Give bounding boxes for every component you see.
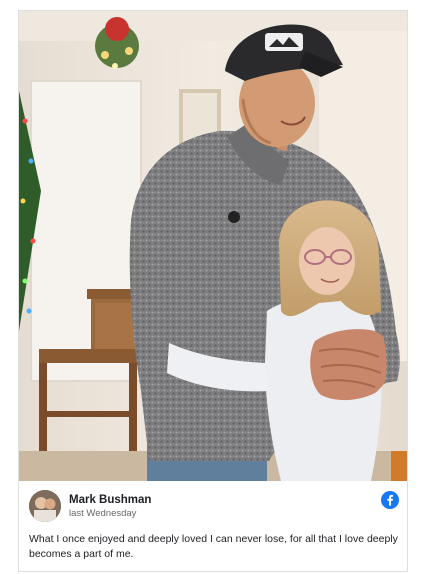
post-photo[interactable] <box>19 11 407 481</box>
avatar-image <box>29 490 61 522</box>
post-timestamp[interactable]: last Wednesday <box>69 508 136 519</box>
embedded-facebook-post: Mark Bushman last Wednesday What I once … <box>18 10 408 572</box>
author-avatar[interactable] <box>29 490 61 522</box>
facebook-icon[interactable] <box>381 491 399 509</box>
author-name[interactable]: Mark Bushman <box>69 494 151 506</box>
post-text: What I once enjoyed and deeply loved I c… <box>29 533 398 560</box>
post-header: Mark Bushman last Wednesday <box>29 489 399 527</box>
